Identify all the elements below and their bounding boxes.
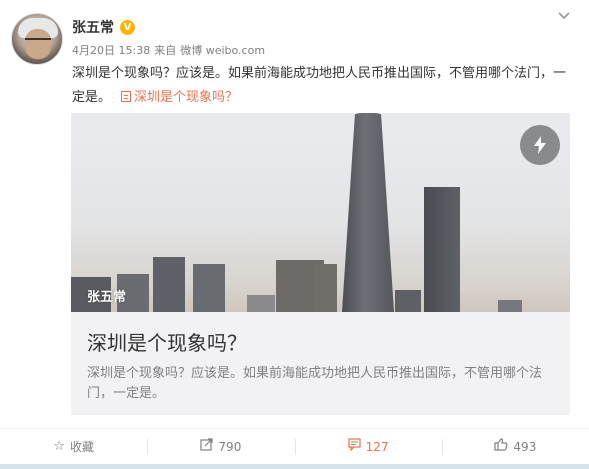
like-count: 493: [513, 439, 537, 454]
post-source[interactable]: 微博 weibo.com: [180, 44, 265, 57]
article-card[interactable]: 张五常 深圳是个现象吗？ 深圳是个现象吗？应该是。如果前海能成功地把人民币推出国…: [71, 113, 570, 415]
image-author-label: 张五常: [87, 290, 127, 305]
comment-button[interactable]: 127: [294, 429, 442, 464]
author-name[interactable]: 张五常: [72, 17, 114, 37]
bottom-divider: [0, 464, 589, 469]
card-description: 深圳是个现象吗？应该是。如果前海能成功地把人民币推出国际，不管用哪个法门，一定是…: [87, 366, 543, 401]
building: [498, 300, 522, 312]
building: [247, 295, 275, 312]
post-meta: 4月20日 15:38 来自 微博 weibo.com: [72, 42, 269, 58]
repost-count: 790: [218, 439, 242, 454]
card-title[interactable]: 深圳是个现象吗？: [87, 327, 247, 356]
comment-count: 127: [365, 439, 389, 454]
skyscraper: [342, 113, 394, 312]
article-link[interactable]: 深圳是个现象吗？: [121, 90, 238, 105]
building: [315, 264, 337, 312]
post-date[interactable]: 4月20日 15:38: [72, 44, 150, 57]
building: [193, 264, 225, 312]
avatar[interactable]: [11, 13, 63, 65]
card-image[interactable]: 张五常: [71, 113, 570, 312]
favorite-button[interactable]: ☆ 收藏: [0, 429, 147, 464]
repost-icon: [200, 438, 214, 455]
star-icon: ☆: [53, 439, 65, 454]
avatar-face: [25, 29, 51, 59]
article-icon: [121, 91, 132, 102]
post-text: 深圳是个现象吗？应该是。如果前海能成功地把人民币推出国际，不管用哪个法门，一定是…: [72, 62, 572, 110]
verified-icon: V: [120, 19, 135, 35]
building: [153, 257, 185, 312]
building: [424, 187, 460, 312]
author-line: 张五常 V: [72, 17, 135, 37]
favorite-label: 收藏: [69, 440, 94, 454]
comment-icon: [348, 438, 361, 455]
action-bar: ☆ 收藏 790 127 493: [0, 428, 589, 464]
like-button[interactable]: 493: [441, 429, 589, 464]
chevron-down-icon[interactable]: [557, 10, 571, 24]
source-prefix: 来自: [154, 44, 177, 57]
repost-button[interactable]: 790: [147, 429, 294, 464]
lightning-icon[interactable]: [520, 125, 560, 165]
article-link-label: 深圳是个现象吗？: [134, 90, 239, 105]
thumbs-up-icon: [494, 438, 508, 455]
building: [395, 290, 421, 312]
avatar-glasses: [25, 38, 51, 44]
